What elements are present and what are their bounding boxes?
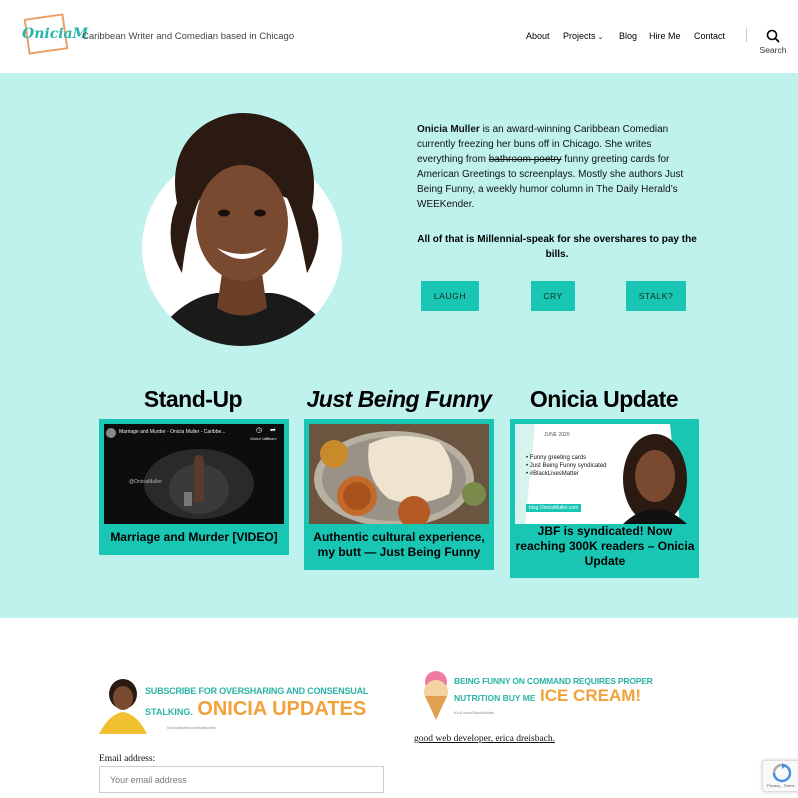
- portrait-photo: [142, 113, 342, 346]
- food-scene: [309, 424, 489, 524]
- bio-name: Onicia Muller: [417, 124, 480, 135]
- video-handle: @OniciaMuller: [129, 479, 162, 485]
- nav-divider: [746, 28, 747, 42]
- ice-small-url: Ko-fi.com/OniciaMuller: [454, 710, 495, 715]
- site-logo[interactable]: OniciaM: [22, 13, 88, 55]
- search-icon: [766, 29, 780, 43]
- subscribe-small-url: OniciaMuller.com/subscribe: [167, 725, 216, 730]
- recaptcha-badge[interactable]: Privacy - Terms: [762, 760, 798, 792]
- jbf-title: Just Being Funny: [306, 386, 492, 412]
- search-label: Search: [759, 45, 787, 55]
- newsletter-date: JUNE 2020: [544, 432, 570, 438]
- site-tagline: Caribbean Writer and Comedian based in C…: [82, 31, 295, 42]
- clock-icon[interactable]: ◷: [256, 426, 262, 434]
- email-field[interactable]: [99, 766, 384, 793]
- standup-title: Stand-Up: [143, 386, 243, 412]
- subscribe-line-1: SUBSCRIBE FOR OVERSHARING AND CONSENSUAL: [145, 686, 369, 696]
- standup-caption[interactable]: Marriage and Murder [VIDEO]: [103, 530, 285, 545]
- stalk-button[interactable]: STALK?: [626, 281, 686, 311]
- nav-item-projects-label: Projects: [563, 31, 596, 41]
- food-photo[interactable]: [309, 424, 489, 524]
- ice-cream-banner[interactable]: BEING FUNNY ON COMMAND REQUIRES PROPER N…: [420, 668, 670, 720]
- bills-tagline: All of that is Millennial-speak for she …: [417, 234, 697, 260]
- video-thumbnail[interactable]: Marriage and Murder - Onicia Muller - Ca…: [104, 424, 284, 524]
- nav-item-projects[interactable]: Projects ⌄: [563, 31, 603, 41]
- nav-item-about[interactable]: About: [526, 31, 550, 41]
- update-card[interactable]: JUNE 2020 • Funny greeting cards • Just …: [510, 419, 699, 578]
- jbf-caption[interactable]: Authentic cultural experience, my butt —…: [308, 530, 490, 560]
- nav-item-contact[interactable]: Contact: [694, 31, 725, 41]
- standup-card[interactable]: Marriage and Murder - Onicia Muller - Ca…: [99, 419, 289, 555]
- subscribe-person-image: [99, 679, 147, 734]
- bio-struck: bathroom poetry: [488, 154, 562, 165]
- email-label: Email address:: [99, 754, 156, 764]
- chevron-down-icon: ⌄: [597, 34, 604, 41]
- recaptcha-terms: Privacy - Terms: [767, 783, 795, 788]
- newsletter-bullets: • Funny greeting cards • Just Being Funn…: [526, 455, 607, 477]
- newsletter-bullet: Just Being Funny syndicated: [529, 463, 607, 469]
- share-label: Share: [266, 436, 277, 441]
- ice-nutrition: NUTRITION BUY ME: [454, 693, 536, 703]
- search-button[interactable]: Search: [754, 28, 792, 58]
- ice-headline: ICE CREAM!: [540, 686, 642, 705]
- cry-button[interactable]: CRY: [531, 281, 575, 311]
- ice-line-2: NUTRITION BUY ME ICE CREAM!: [454, 686, 641, 706]
- nav-item-blog[interactable]: Blog: [619, 31, 637, 41]
- share-icon[interactable]: ➦: [270, 426, 276, 434]
- update-title: Onicia Update: [529, 386, 679, 412]
- update-caption[interactable]: JBF is syndicated! Now reaching 300K rea…: [514, 524, 696, 569]
- nav-item-hire-me[interactable]: Hire Me: [649, 31, 681, 41]
- newsletter-url: blog.OniciaMuller.com: [526, 504, 582, 512]
- video-title: Marriage and Murder - Onicia Muller - Ca…: [119, 429, 226, 435]
- site-header: OniciaM Caribbean Writer and Comedian ba…: [0, 0, 798, 73]
- subscribe-stalking: STALKING.: [145, 707, 193, 717]
- newsletter-bullet: Funny greeting cards: [529, 455, 587, 461]
- subscribe-banner[interactable]: SUBSCRIBE FOR OVERSHARING AND CONSENSUAL…: [99, 676, 384, 734]
- subscribe-line-2: STALKING. ONICIA UPDATES: [145, 698, 366, 721]
- bio-text: Onicia Muller is an award-winning Caribb…: [417, 122, 697, 212]
- ice-line-1: BEING FUNNY ON COMMAND REQUIRES PROPER: [454, 676, 653, 686]
- recaptcha-icon: [772, 763, 792, 783]
- newsletter-thumbnail[interactable]: JUNE 2020 • Funny greeting cards • Just …: [515, 424, 694, 524]
- ice-cream-icon: [424, 671, 448, 720]
- logo-text: OniciaM: [22, 26, 89, 42]
- developer-credit-link[interactable]: good web developer, erica dreisbach.: [414, 734, 555, 744]
- newsletter-bullet: #BlackLivesMatter: [529, 471, 579, 477]
- jbf-card[interactable]: Authentic cultural experience, my butt —…: [304, 419, 494, 570]
- laugh-button[interactable]: LAUGH: [421, 281, 479, 311]
- subscribe-headline: ONICIA UPDATES: [197, 698, 367, 720]
